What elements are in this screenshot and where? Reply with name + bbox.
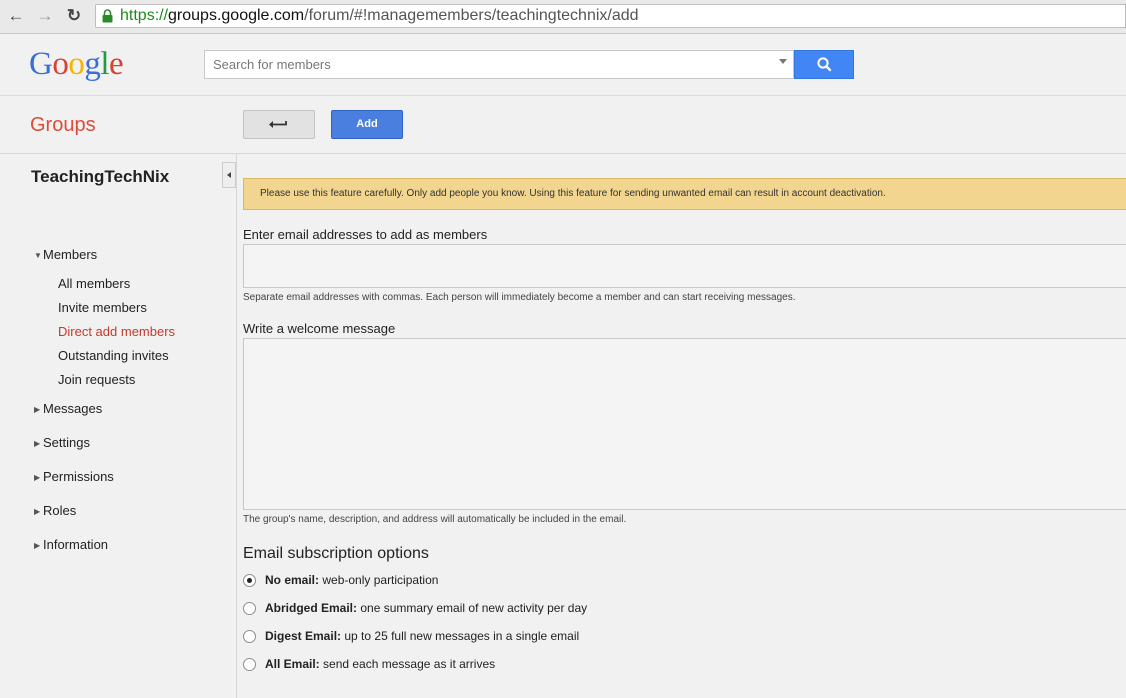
address-bar[interactable]: https://groups.google.com/forum/#!manage… xyxy=(95,4,1126,28)
option-label: All Email: send each message as it arriv… xyxy=(265,657,495,672)
emails-hint: Separate email addresses with commas. Ea… xyxy=(243,292,796,303)
lock-icon xyxy=(102,9,113,23)
groups-toolbar: Groups Add xyxy=(0,96,1126,154)
option-name: Digest Email: xyxy=(265,629,342,643)
url-host: groups.google.com xyxy=(168,7,305,24)
sidebar-item-members[interactable]: ▼Members xyxy=(34,247,97,262)
option-name: Abridged Email: xyxy=(265,601,358,615)
warning-banner: Please use this feature carefully. Only … xyxy=(243,178,1126,210)
sidebar-item-information[interactable]: ▶ Information xyxy=(34,537,108,552)
sidebar-item-label: Permissions xyxy=(43,469,114,484)
group-name[interactable]: TeachingTechNix xyxy=(31,167,169,187)
chevron-down-icon: ▼ xyxy=(34,251,42,260)
option-name: All Email: xyxy=(265,657,320,671)
option-label: Digest Email: up to 25 full new messages… xyxy=(265,629,579,644)
sidebar-item-invite-members[interactable]: Invite members xyxy=(58,300,147,315)
google-logo[interactable]: Google xyxy=(29,46,124,82)
reload-icon[interactable]: ↻ xyxy=(63,5,85,27)
collapse-sidebar-button[interactable] xyxy=(222,162,236,188)
option-name: No email: xyxy=(265,573,320,587)
logo-letter: G xyxy=(29,46,53,82)
browser-toolbar: ← → ↻ https://groups.google.com/forum/#!… xyxy=(0,0,1126,34)
email-addresses-field[interactable] xyxy=(243,244,1126,288)
radio-all-email[interactable] xyxy=(243,658,256,671)
back-arrow-icon xyxy=(269,121,287,128)
add-button[interactable]: Add xyxy=(331,110,403,139)
emails-label: Enter email addresses to add as members xyxy=(243,227,488,242)
logo-letter: g xyxy=(84,46,101,82)
sidebar-item-all-members[interactable]: All members xyxy=(58,276,130,291)
sidebar-item-label: Information xyxy=(43,537,109,552)
search-icon xyxy=(817,57,832,72)
sidebar-item-label: Settings xyxy=(43,435,90,450)
option-label: Abridged Email: one summary email of new… xyxy=(265,601,587,616)
search-button[interactable] xyxy=(794,50,854,79)
back-button[interactable] xyxy=(243,110,315,139)
forward-arrow-icon[interactable]: → xyxy=(34,5,56,27)
sidebar-item-label: Members xyxy=(43,247,98,262)
option-desc: web-only participation xyxy=(322,573,439,587)
subscription-options-title: Email subscription options xyxy=(243,545,429,562)
radio-abridged-email[interactable] xyxy=(243,602,256,615)
sidebar-item-direct-add-members[interactable]: Direct add members xyxy=(58,324,175,339)
sidebar-item-label: Messages xyxy=(43,401,103,416)
option-desc: one summary email of new activity per da… xyxy=(360,601,588,615)
option-label: No email: web-only participation xyxy=(265,573,438,588)
logo-letter: o xyxy=(68,46,85,82)
sidebar-item-messages[interactable]: ▶ Messages xyxy=(34,401,102,416)
search-dropdown-icon[interactable] xyxy=(779,59,787,64)
chevron-right-icon: ▶ xyxy=(34,507,41,516)
welcome-hint: The group's name, description, and addre… xyxy=(243,514,627,525)
chevron-right-icon: ▶ xyxy=(34,541,41,550)
sidebar-item-settings[interactable]: ▶ Settings xyxy=(34,435,90,450)
chevron-right-icon: ▶ xyxy=(34,439,41,448)
google-header: Google xyxy=(0,34,1126,96)
logo-letter: o xyxy=(52,46,69,82)
sidebar-item-roles[interactable]: ▶ Roles xyxy=(34,503,76,518)
search-input[interactable] xyxy=(205,51,783,78)
welcome-message-field[interactable] xyxy=(243,338,1126,510)
radio-no-email[interactable] xyxy=(243,574,256,587)
welcome-label: Write a welcome message xyxy=(243,321,396,336)
chevron-right-icon: ▶ xyxy=(34,473,41,482)
radio-digest-email[interactable] xyxy=(243,630,256,643)
chevron-right-icon: ▶ xyxy=(34,405,41,414)
search-box xyxy=(204,50,794,79)
sidebar-item-outstanding-invites[interactable]: Outstanding invites xyxy=(58,348,169,363)
logo-letter: l xyxy=(100,46,110,82)
sidebar-item-join-requests[interactable]: Join requests xyxy=(58,372,135,387)
sidebar: TeachingTechNix ▼Members All members Inv… xyxy=(0,154,237,698)
sidebar-item-permissions[interactable]: ▶ Permissions xyxy=(34,469,114,484)
option-desc: send each message as it arrives xyxy=(323,657,496,671)
back-arrow-icon[interactable]: ← xyxy=(5,5,27,27)
sidebar-item-label: Roles xyxy=(43,503,77,518)
chevron-left-icon xyxy=(227,172,231,178)
url-text: https://groups.google.com/forum/#!manage… xyxy=(120,7,639,25)
option-desc: up to 25 full new messages in a single e… xyxy=(344,629,580,643)
url-scheme: https:// xyxy=(120,7,169,24)
logo-letter: e xyxy=(109,46,124,82)
groups-title[interactable]: Groups xyxy=(30,114,96,137)
url-path: /forum/#!managemembers/teachingtechnix/a… xyxy=(304,7,639,24)
